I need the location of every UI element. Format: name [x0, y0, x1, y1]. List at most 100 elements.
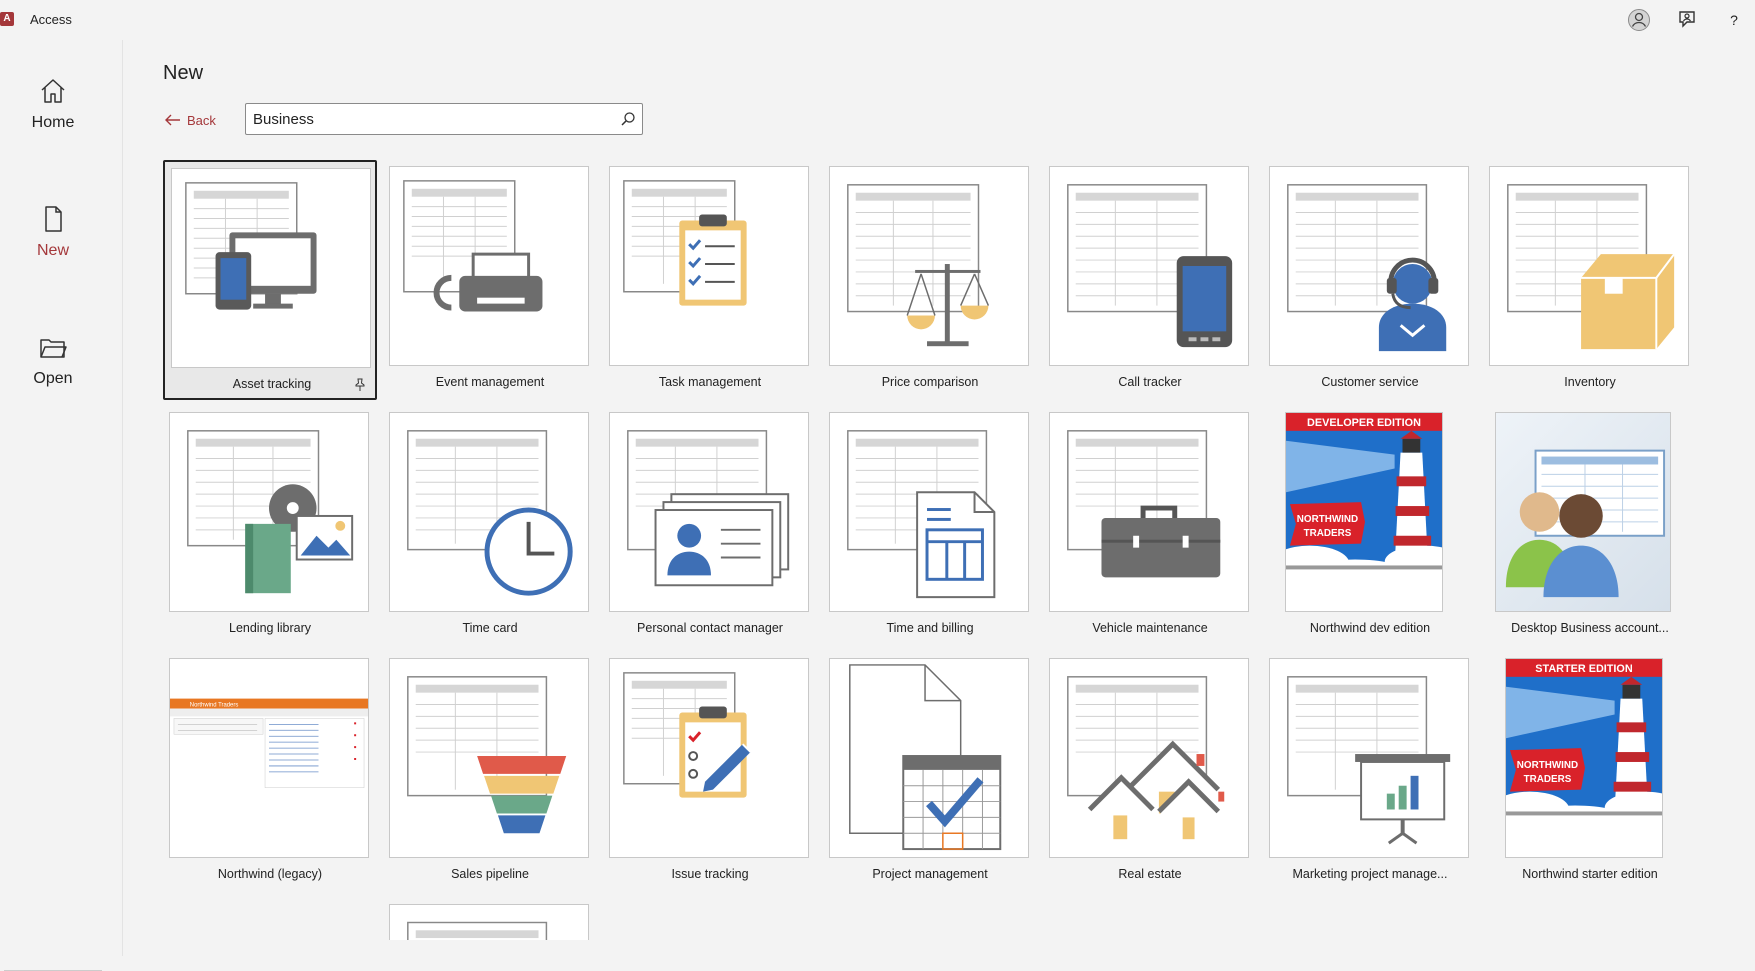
template-thumbnail: [389, 412, 589, 612]
template-thumbnail: [1049, 658, 1249, 858]
title-bar: A Access ?: [0, 0, 1755, 40]
template-thumbnail: STARTER EDITION NORTHWIND TRADERS: [1505, 658, 1663, 858]
sidebar-item-home[interactable]: Home: [0, 76, 106, 166]
template-tile-inventory[interactable]: Inventory: [1483, 160, 1697, 400]
invoice-icon: [847, 430, 996, 599]
search-input[interactable]: [246, 104, 600, 134]
clock-icon: [407, 430, 573, 596]
feedback-icon[interactable]: [1675, 8, 1699, 32]
template-tile-partial[interactable]: [383, 898, 597, 940]
book-disc-icon: [187, 430, 354, 594]
sidebar-item-label: Open: [33, 370, 73, 387]
template-thumbnail: Northwind Traders: [169, 658, 369, 858]
calendar-check-icon: [849, 664, 1002, 851]
asset-tracking-icon: [185, 182, 317, 310]
template-tile-customer-service[interactable]: Customer service: [1263, 160, 1477, 400]
template-thumbnail: [829, 658, 1029, 858]
lighthouse-icon: STARTER EDITION NORTHWIND TRADERS: [1506, 659, 1662, 857]
template-thumbnail: [1495, 412, 1671, 612]
template-tile-desktop-business-accounting[interactable]: Desktop Business account...: [1483, 406, 1697, 646]
template-tile-call-tracker[interactable]: Call tracker: [1043, 160, 1257, 400]
template-tile-project-management[interactable]: Project management: [823, 652, 1037, 892]
template-thumbnail: [389, 658, 589, 858]
template-tile-price-comparison[interactable]: Price comparison: [823, 160, 1037, 400]
template-tile-real-estate[interactable]: Real estate: [1043, 652, 1257, 892]
badge-text: NORTHWIND: [1297, 514, 1358, 525]
template-label: Issue tracking: [671, 867, 749, 881]
template-label: Inventory: [1564, 375, 1616, 389]
template-thumbnail: [609, 412, 809, 612]
template-tile-sales-pipeline[interactable]: Sales pipeline: [383, 652, 597, 892]
help-icon[interactable]: ?: [1722, 8, 1746, 32]
new-document-icon: [45, 206, 62, 232]
template-tile-personal-contact-manager[interactable]: Personal contact manager: [603, 406, 817, 646]
clipboard-check-icon: [623, 180, 747, 306]
template-label: Task management: [658, 375, 762, 389]
template-label: Marketing project manage...: [1292, 867, 1448, 881]
presentation-icon: [1287, 676, 1451, 845]
template-tile-time-and-billing[interactable]: Time and billing: [823, 406, 1037, 646]
template-thumbnail: [389, 166, 589, 366]
printer-icon: [403, 180, 543, 312]
page-title: New: [163, 62, 204, 84]
template-label: Personal contact manager: [637, 621, 783, 635]
template-thumbnail: [829, 166, 1029, 366]
template-thumbnail: [389, 904, 589, 940]
template-thumbnail: [1489, 166, 1689, 366]
template-thumbnail: [609, 166, 809, 366]
template-tile-northwind-starter-edition[interactable]: STARTER EDITION NORTHWIND TRADERS Northw…: [1483, 652, 1697, 892]
toolbox-icon: [1067, 430, 1221, 578]
template-tile-lending-library[interactable]: Lending library: [163, 406, 377, 646]
template-label: Real estate: [1118, 867, 1182, 881]
template-thumbnail: [1049, 166, 1249, 366]
legacy-screenshot-icon: Northwind Traders: [170, 698, 368, 788]
account-icon[interactable]: [1627, 8, 1651, 32]
sidebar-item-open[interactable]: Open: [0, 332, 106, 422]
scales-icon: [847, 184, 990, 347]
main-panel: New Back Asset tracking: [122, 40, 1755, 956]
back-button[interactable]: Back: [165, 110, 216, 130]
template-label: Call tracker: [1118, 375, 1182, 389]
app-title: Access: [30, 12, 72, 27]
template-label: Vehicle maintenance: [1092, 621, 1208, 635]
template-tile-northwind-legacy[interactable]: Northwind Traders Northwind (legacy): [163, 652, 377, 892]
template-tile-task-management[interactable]: Task management: [603, 160, 817, 400]
template-label: Project management: [872, 867, 988, 881]
people-icon: [1505, 449, 1666, 598]
badge-text: TRADERS: [1524, 774, 1572, 785]
sidebar: Home New Open: [0, 40, 122, 971]
back-arrow-icon: [165, 114, 180, 126]
phone-icon: [1067, 184, 1233, 348]
clipboard-pen-icon: [623, 672, 752, 798]
template-label: Northwind dev edition: [1309, 621, 1431, 635]
houses-icon: [1067, 676, 1225, 840]
template-tile-northwind-dev-edition[interactable]: DEVELOPER EDITION NORTHWIND TRADERS Nort…: [1263, 406, 1477, 646]
access-logo-icon: A: [0, 12, 14, 26]
funnel-icon: [407, 676, 567, 834]
template-thumbnail: [169, 412, 369, 612]
template-thumbnail: [829, 412, 1029, 612]
search-icon[interactable]: [620, 111, 636, 127]
template-thumbnail: DEVELOPER EDITION NORTHWIND TRADERS: [1285, 412, 1443, 612]
template-tile-marketing-project-management[interactable]: Marketing project manage...: [1263, 652, 1477, 892]
template-tile-event-management[interactable]: Event management: [383, 160, 597, 400]
template-label: Event management: [435, 375, 545, 389]
search-box[interactable]: [245, 103, 643, 135]
template-tile-asset-tracking[interactable]: Asset tracking: [163, 160, 377, 400]
template-thumbnail: [1269, 658, 1469, 858]
template-label: Asset tracking: [232, 377, 312, 391]
sidebar-item-label: New: [36, 242, 69, 259]
sidebar-item-new[interactable]: New: [0, 204, 106, 294]
template-tile-issue-tracking[interactable]: Issue tracking: [603, 652, 817, 892]
back-label: Back: [187, 112, 216, 128]
template-label: Sales pipeline: [451, 867, 529, 881]
banner-text: STARTER EDITION: [1535, 663, 1633, 675]
lighthouse-icon: DEVELOPER EDITION NORTHWIND TRADERS: [1286, 413, 1442, 611]
badge-text: NORTHWIND: [1517, 760, 1578, 771]
home-icon: [41, 79, 65, 103]
template-tile-time-card[interactable]: Time card: [383, 406, 597, 646]
template-thumbnail: [171, 168, 371, 368]
pin-icon[interactable]: [353, 378, 367, 392]
template-tile-vehicle-maintenance[interactable]: Vehicle maintenance: [1043, 406, 1257, 646]
badge-text: TRADERS: [1304, 528, 1352, 539]
